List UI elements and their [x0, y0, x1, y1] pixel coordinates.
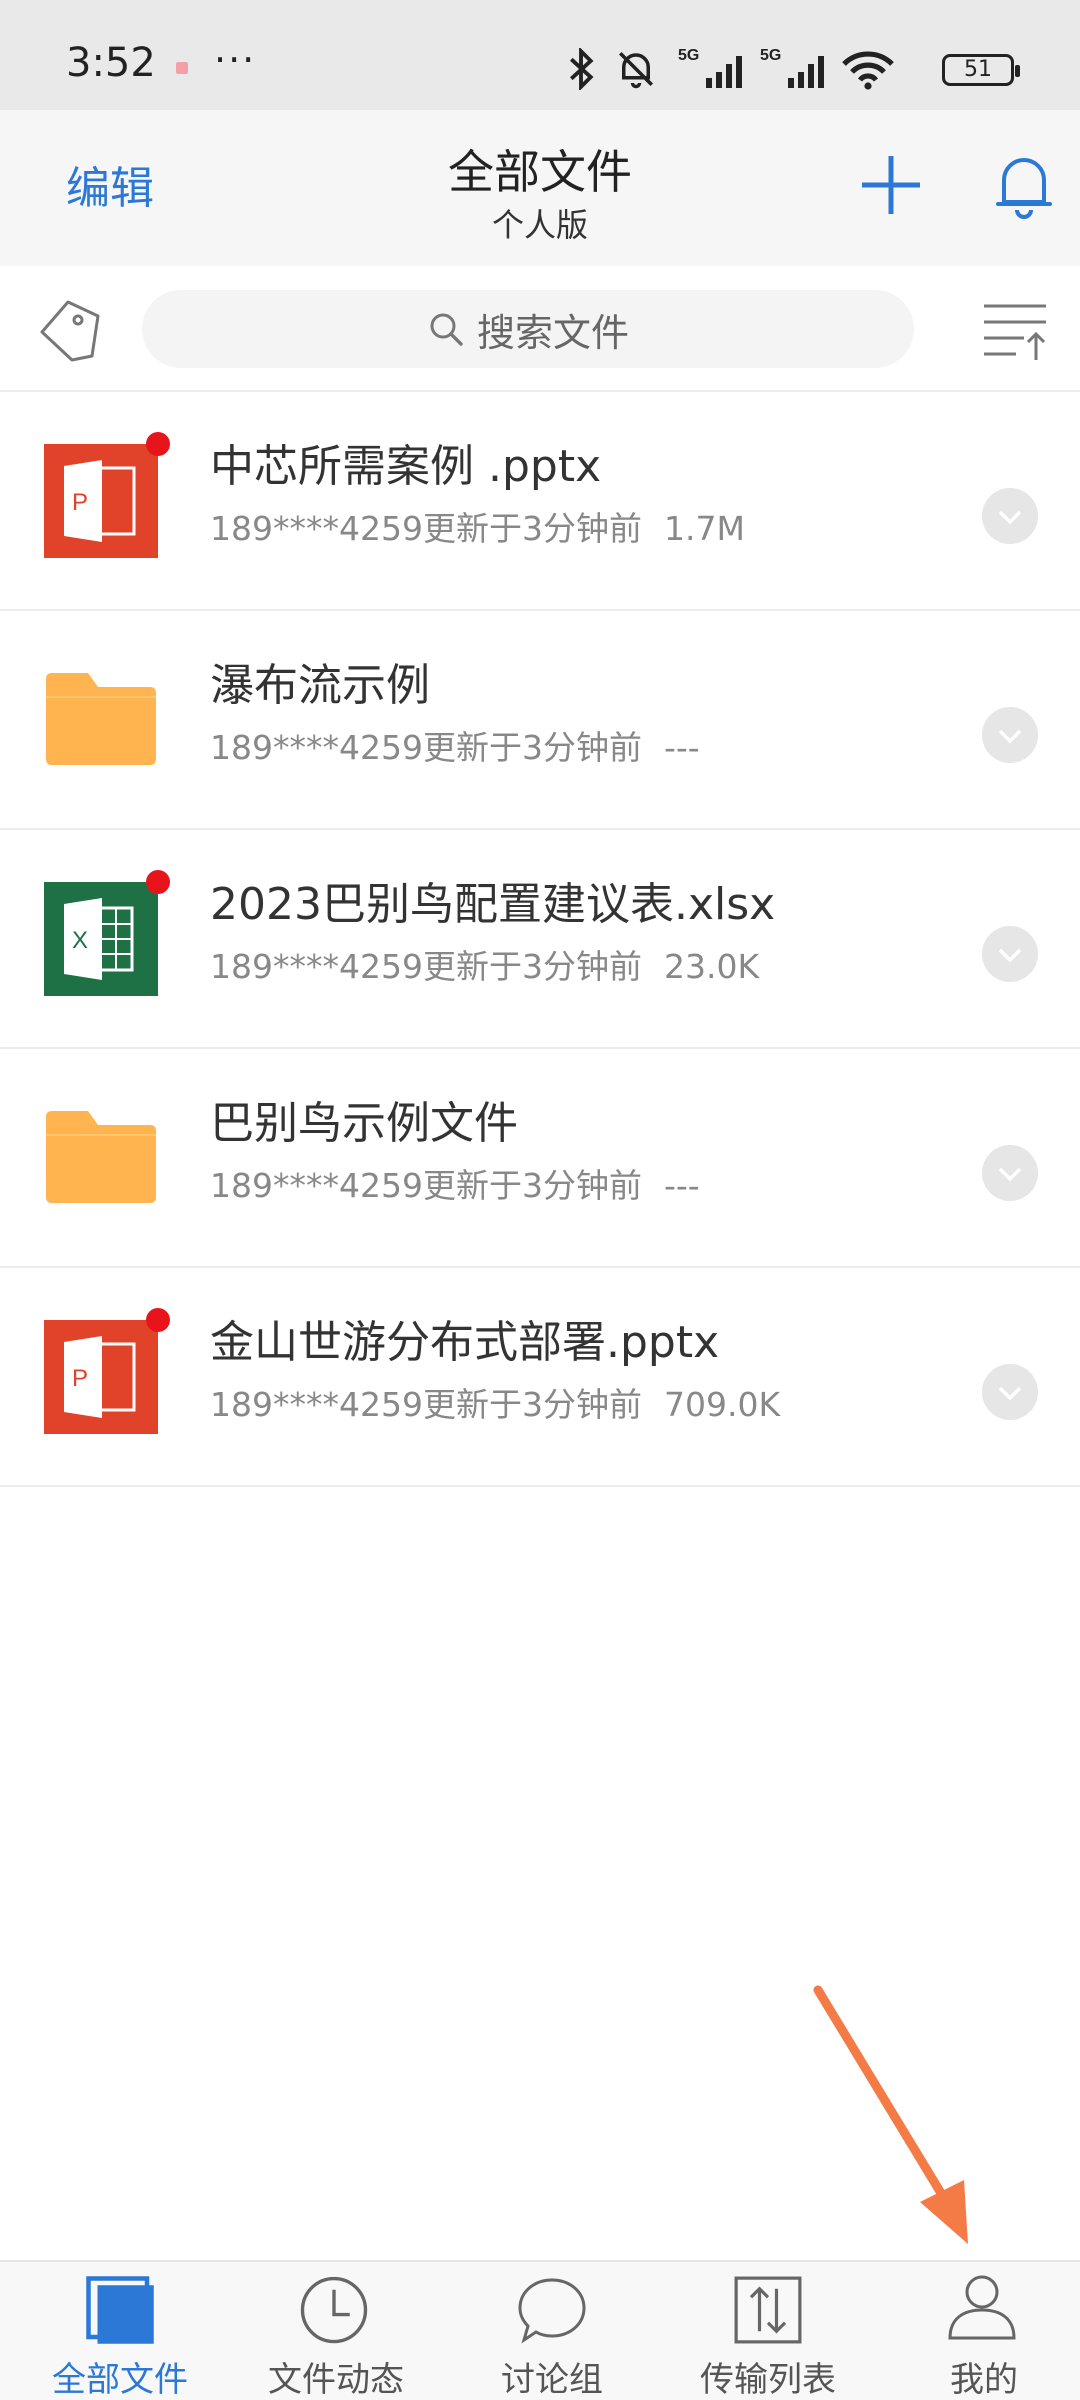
signal-5g-icon: 5G	[678, 47, 742, 88]
tab-me[interactable]: 我的	[876, 2262, 1080, 2400]
pptx-file-icon: P	[44, 1320, 158, 1434]
svg-text:5G: 5G	[760, 47, 781, 64]
tab-all-files[interactable]: 全部文件	[12, 2262, 228, 2400]
search-placeholder: 搜索文件	[476, 310, 629, 355]
file-item[interactable]: 巴别鸟示例文件 189****4259更新于3分钟前 ---	[0, 1049, 1080, 1268]
search-row: 搜索文件	[0, 266, 1080, 392]
file-name: 瀑布流示例	[210, 660, 430, 711]
folder-icon	[46, 673, 156, 765]
tab-transfer-list[interactable]: 传输列表	[660, 2262, 876, 2400]
file-item[interactable]: P 金山世游分布式部署.pptx 189****4259更新于3分钟前 709.0…	[0, 1268, 1080, 1487]
sort-icon[interactable]	[980, 300, 1050, 362]
file-owner: 189****4259	[210, 728, 423, 767]
tab-label: 文件动态	[268, 2360, 404, 2400]
file-meta: 189****4259更新于3分钟前 1.7M	[210, 502, 745, 550]
tab-label: 我的	[950, 2360, 1018, 2400]
svg-text:P: P	[72, 489, 88, 516]
files-icon	[86, 2276, 154, 2344]
file-list: P 中芯所需案例 .pptx 189****4259更新于3分钟前 1.7M 瀑布…	[0, 392, 1080, 1487]
signal-5g-icon: 5G	[760, 47, 824, 88]
clock-icon	[300, 2276, 368, 2344]
file-name: 2023巴别鸟配置建议表.xlsx	[210, 879, 776, 930]
chevron-down-icon[interactable]	[982, 707, 1038, 763]
unread-badge	[146, 1308, 170, 1332]
pptx-file-icon: P	[44, 444, 158, 558]
file-updated: 更新于3分钟前	[422, 509, 642, 548]
bell-icon[interactable]	[992, 150, 1056, 222]
notification-app-icon	[176, 62, 188, 74]
svg-text:P: P	[72, 1365, 88, 1392]
file-meta: 189****4259更新于3分钟前 ---	[210, 721, 700, 769]
tab-discussion[interactable]: 讨论组	[444, 2262, 660, 2400]
file-meta: 189****4259更新于3分钟前 ---	[210, 1159, 700, 1207]
file-size: ---	[663, 1166, 700, 1205]
tab-file-activity[interactable]: 文件动态	[228, 2262, 444, 2400]
file-owner: 189****4259	[210, 1166, 423, 1205]
file-name: 巴别鸟示例文件	[210, 1098, 518, 1149]
bottom-nav: 全部文件 文件动态 讨论组 传输列表 我的	[0, 2260, 1080, 2400]
file-item[interactable]: X 2023巴别鸟配置建议表.xlsx 189****4259更新于3分钟前 23…	[0, 830, 1080, 1049]
status-icons: 5G 5G 51	[564, 44, 1020, 94]
add-icon[interactable]	[856, 150, 926, 220]
transfer-icon	[734, 2276, 802, 2344]
file-size: 23.0K	[663, 947, 760, 986]
chevron-down-icon[interactable]	[982, 1145, 1038, 1201]
chevron-down-icon[interactable]	[982, 926, 1038, 982]
unread-badge	[146, 870, 170, 894]
file-owner: 189****4259	[210, 509, 423, 548]
unread-badge	[146, 432, 170, 456]
tab-label: 全部文件	[52, 2360, 188, 2400]
file-updated: 更新于3分钟前	[422, 728, 642, 767]
file-updated: 更新于3分钟前	[422, 947, 642, 986]
file-name: 金山世游分布式部署.pptx	[210, 1317, 720, 1368]
file-size: 1.7M	[663, 509, 745, 548]
file-owner: 189****4259	[210, 1385, 423, 1424]
user-icon	[948, 2275, 1016, 2340]
svg-text:X: X	[72, 927, 88, 954]
header: 编辑 全部文件 个人版	[0, 110, 1080, 266]
tab-label: 传输列表	[700, 2360, 836, 2400]
file-updated: 更新于3分钟前	[422, 1166, 642, 1205]
search-icon	[430, 313, 463, 346]
file-item[interactable]: P 中芯所需案例 .pptx 189****4259更新于3分钟前 1.7M	[0, 392, 1080, 611]
file-name: 中芯所需案例 .pptx	[210, 441, 602, 492]
chevron-down-icon[interactable]	[982, 1364, 1038, 1420]
chat-icon	[518, 2278, 586, 2344]
file-owner: 189****4259	[210, 947, 423, 986]
search-input[interactable]: 搜索文件	[142, 290, 914, 368]
annotation-arrow-icon	[813, 1985, 968, 2244]
chevron-down-icon[interactable]	[982, 488, 1038, 544]
folder-icon	[46, 1111, 156, 1203]
file-item[interactable]: 瀑布流示例 189****4259更新于3分钟前 ---	[0, 611, 1080, 830]
svg-text:5G: 5G	[678, 47, 699, 64]
file-size: 709.0K	[663, 1385, 781, 1424]
xlsx-file-icon: X	[44, 882, 158, 996]
wifi-icon	[842, 51, 894, 90]
battery-icon: 51	[942, 54, 1020, 86]
status-bar: 3:52 ··· 5G 5G 51	[0, 0, 1080, 110]
bluetooth-icon	[569, 48, 594, 90]
file-updated: 更新于3分钟前	[422, 1385, 642, 1424]
mute-icon	[619, 52, 653, 89]
file-meta: 189****4259更新于3分钟前 709.0K	[210, 1378, 780, 1426]
file-meta: 189****4259更新于3分钟前 23.0K	[210, 940, 759, 988]
tag-icon[interactable]	[34, 294, 106, 366]
file-size: ---	[663, 728, 700, 767]
status-time: 3:52	[66, 40, 156, 86]
status-more-icon: ···	[214, 38, 257, 82]
tab-label: 讨论组	[501, 2360, 603, 2400]
